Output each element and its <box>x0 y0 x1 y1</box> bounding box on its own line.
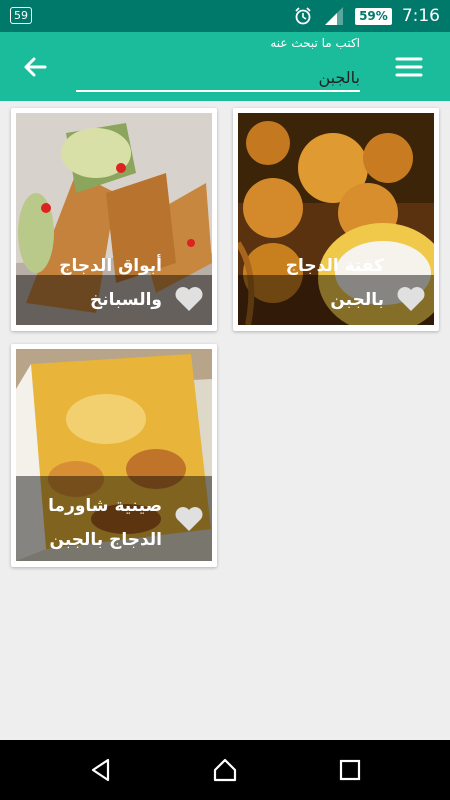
back-arrow-icon[interactable] <box>18 50 52 84</box>
signal-icon <box>325 7 344 25</box>
recipe-image: أبواق الدجاج والسبانخ <box>16 113 212 325</box>
notification-count-badge: 59 <box>10 7 32 24</box>
back-triangle-icon[interactable] <box>88 757 114 783</box>
recipe-title: صينية شاورما الدجاج بالجبن <box>48 496 162 550</box>
status-bar: 59 59% 7:16 <box>0 0 450 32</box>
battery-percent: 59% <box>355 7 392 25</box>
favorite-heart-icon[interactable] <box>174 285 204 313</box>
recipe-card[interactable]: أبواق الدجاج والسبانخ <box>11 108 217 331</box>
search-input[interactable] <box>76 64 360 92</box>
recipe-title: أبواق الدجاج والسبانخ <box>59 256 162 310</box>
menu-icon[interactable] <box>392 50 426 84</box>
favorite-heart-icon[interactable] <box>174 505 204 533</box>
clock: 7:16 <box>401 6 440 26</box>
recipe-card[interactable]: كفتة الدجاج بالجبن <box>233 108 439 331</box>
recipe-card[interactable]: صينية شاورما الدجاج بالجبن <box>11 344 217 567</box>
battery-indicator: 59% <box>355 7 392 25</box>
recipe-image: كفتة الدجاج بالجبن <box>238 113 434 325</box>
recipe-image: صينية شاورما الدجاج بالجبن <box>16 349 212 561</box>
recents-square-icon[interactable] <box>337 757 363 783</box>
navigation-bar <box>0 740 450 800</box>
app-bar: اكتب ما تبحث عنه <box>0 32 450 101</box>
recipe-title: كفتة الدجاج بالجبن <box>285 256 384 310</box>
alarm-icon <box>295 7 311 25</box>
search-hint: اكتب ما تبحث عنه <box>270 36 360 50</box>
home-icon[interactable] <box>212 757 238 783</box>
favorite-heart-icon[interactable] <box>396 285 426 313</box>
